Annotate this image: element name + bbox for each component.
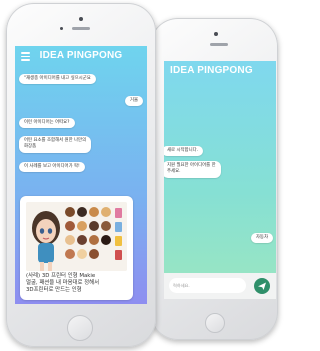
- front-phone-speaker: [72, 27, 90, 30]
- front-message-3: 이런 아이디어는 어떠요?: [19, 118, 75, 129]
- front-phone-camera: [79, 17, 83, 21]
- paper-plane-icon: [258, 282, 266, 290]
- front-home-button[interactable]: [67, 315, 93, 341]
- back-input-bar: 력하세요.: [164, 273, 276, 299]
- back-app-bar: IDEA PINGPONG: [164, 61, 276, 81]
- back-message-2-line-2: 주세요.: [167, 169, 181, 175]
- back-app-title: IDEA PINGPONG: [170, 65, 253, 76]
- front-message-5-text: 이 사례를 보고 아이디어가 팍!: [24, 164, 80, 169]
- back-chat-screen: IDEA PINGPONG 새로 시작합니다. 지원 필요한 아이디어를 한 주…: [164, 61, 276, 299]
- send-button[interactable]: [254, 278, 270, 294]
- front-phone-sensor: [60, 27, 63, 30]
- front-message-2-text: 거울: [129, 98, 138, 103]
- caption-line-3: 3D프린터로 만드는 인형: [26, 287, 82, 293]
- message-input[interactable]: 력하세요.: [169, 278, 246, 293]
- front-message-1-text: "재생종 아이디어를 내고 싶으시군요: [24, 76, 91, 81]
- front-message-1: "재생종 아이디어를 내고 싶으시군요: [19, 74, 96, 85]
- back-message-3-text: 자동차: [255, 235, 268, 240]
- back-home-button[interactable]: [205, 313, 225, 333]
- front-message-5: 이 사례를 보고 아이디어가 팍!: [19, 162, 85, 173]
- front-app-bar: IDEA PINGPONG: [15, 46, 147, 66]
- back-phone: IDEA PINGPONG 새로 시작합니다. 지원 필요한 아이디어를 한 주…: [150, 18, 278, 340]
- doll-customizer-image: [26, 202, 127, 271]
- front-message-2: 거울: [124, 96, 143, 107]
- back-phone-camera: [214, 32, 218, 36]
- back-message-2: 지원 필요한 아이디어를 한 주세요.: [164, 161, 221, 178]
- back-message-1: 새로 시작합니다.: [164, 146, 204, 157]
- front-chat-screen: IDEA PINGPONG "재생종 아이디어를 내고 싶으시군요 거울 이런 …: [15, 46, 147, 304]
- front-message-4-line-2: 화장품: [24, 144, 37, 150]
- doll-illustration: [26, 202, 127, 271]
- back-message-3: 자동차: [250, 233, 273, 244]
- case-study-card[interactable]: (사례) 3D 프린터 인형 Makie 얼굴, 패션을 내 마음대로 정해서 …: [20, 196, 133, 300]
- caption-line-1: (사례) 3D 프린터 인형 Makie: [26, 273, 96, 279]
- caption-line-2: 얼굴, 패션을 내 마음대로 정해서: [26, 280, 100, 286]
- case-study-caption: (사례) 3D 프린터 인형 Makie 얼굴, 패션을 내 마음대로 정해서 …: [26, 273, 130, 294]
- back-message-1-text: 새로 시작합니다.: [167, 148, 199, 153]
- front-message-4: 어떤 요소를 조합해서 원한 나만의 화장품: [19, 136, 92, 153]
- front-message-3-text: 이런 아이디어는 어떠요?: [24, 120, 70, 125]
- front-phone: IDEA PINGPONG "재생종 아이디어를 내고 싶으시군요 거울 이런 …: [6, 3, 156, 347]
- front-app-title: IDEA PINGPONG: [39, 50, 123, 61]
- back-phone-speaker: [210, 43, 228, 46]
